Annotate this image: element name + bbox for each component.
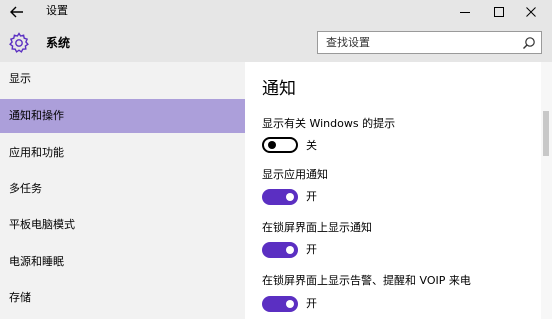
sidebar-item-power[interactable]: 电源和睡眠 <box>0 245 245 279</box>
minimize-icon <box>460 12 470 13</box>
toggle-state-windows-tips: 关 <box>306 139 317 152</box>
header-bar: 设置 系统 查找设置 <box>0 0 552 62</box>
scrollbar-track[interactable] <box>541 62 552 319</box>
search-placeholder: 查找设置 <box>326 36 370 49</box>
toggle-knob <box>286 246 294 254</box>
page-title: 通知 <box>262 79 296 99</box>
toggle-lockscreen-notifications[interactable] <box>262 242 298 258</box>
toggle-state-lockscreen-notifications: 开 <box>306 243 317 256</box>
sidebar-item-display[interactable]: 显示 <box>0 62 245 96</box>
section-title: 系统 <box>46 36 71 50</box>
maximize-icon <box>494 7 504 17</box>
toggle-knob <box>286 193 294 201</box>
search-icon[interactable] <box>522 36 536 50</box>
setting-label-app-notifications: 显示应用通知 <box>262 168 328 181</box>
back-button[interactable] <box>6 2 28 22</box>
sidebar-item-apps[interactable]: 应用和功能 <box>0 136 245 170</box>
setting-label-windows-tips: 显示有关 Windows 的提示 <box>262 117 396 130</box>
scrollbar-thumb[interactable] <box>543 111 549 156</box>
toggle-knob <box>268 141 276 149</box>
sidebar: 显示 通知和操作 应用和功能 多任务 平板电脑模式 电源和睡眠 存储 <box>0 62 245 319</box>
close-icon <box>526 7 536 17</box>
sidebar-item-multitasking[interactable]: 多任务 <box>0 172 245 206</box>
toggle-knob <box>286 300 294 308</box>
sidebar-item-tablet-mode[interactable]: 平板电脑模式 <box>0 208 245 242</box>
window-title: 设置 <box>46 4 68 17</box>
close-button[interactable] <box>516 2 546 22</box>
setting-label-lockscreen-alarms: 在锁屏界面上显示告警、提醒和 VOIP 来电 <box>262 274 471 287</box>
back-arrow-icon <box>10 6 23 18</box>
toggle-lockscreen-alarms[interactable] <box>262 296 298 312</box>
sidebar-item-storage[interactable]: 存储 <box>0 281 245 315</box>
minimize-button[interactable] <box>450 2 480 22</box>
toggle-state-app-notifications: 开 <box>306 190 317 203</box>
setting-label-lockscreen-notifications: 在锁屏界面上显示通知 <box>262 221 372 234</box>
toggle-state-lockscreen-alarms: 开 <box>306 297 317 310</box>
toggle-windows-tips[interactable] <box>262 137 298 153</box>
gear-icon <box>7 31 31 55</box>
maximize-button[interactable] <box>484 2 514 22</box>
title-bar: 设置 <box>0 0 552 24</box>
sidebar-item-notifications[interactable]: 通知和操作 <box>0 99 245 133</box>
toggle-app-notifications[interactable] <box>262 189 298 205</box>
search-input[interactable]: 查找设置 <box>317 31 542 54</box>
